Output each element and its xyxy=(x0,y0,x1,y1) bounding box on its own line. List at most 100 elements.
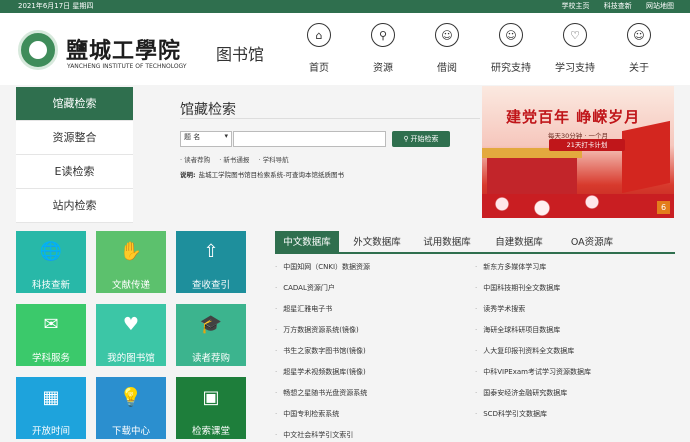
search-icon: ⚲ xyxy=(371,23,395,47)
tab-oa-resources[interactable]: OA资源库 xyxy=(557,231,627,254)
tab-foreign-db[interactable]: 外文数据库 xyxy=(345,231,409,254)
top-links: 学校主页 科技查新 网站地图 xyxy=(550,0,674,13)
nav-label: 研究支持 xyxy=(491,63,531,74)
flowers-illustration xyxy=(482,194,674,218)
nav-label: 学习支持 xyxy=(555,63,595,74)
link-sitemap[interactable]: 网站地图 xyxy=(646,2,674,10)
nav-item-borrow[interactable]: ☺ 借阅 xyxy=(412,23,482,74)
house-heart-icon: ♥ xyxy=(122,314,140,335)
start-search-label: 开始检索 xyxy=(410,136,439,143)
tile-label: 文献传递 xyxy=(111,280,150,291)
top-bar: 2021年6月17日 星期四 学校主页 科技查新 网站地图 xyxy=(0,0,690,13)
tile-subject-service[interactable]: ✉ 学科服务 xyxy=(16,304,86,366)
link-subject-nav[interactable]: · 学科导航 xyxy=(258,156,288,164)
link-novelty-search[interactable]: 科技查新 xyxy=(604,2,632,10)
promo-banner[interactable]: 建党百年 峥嵘岁月 每天30分钟 · 一个月 21天打卡计划 6 xyxy=(482,86,674,218)
globe-search-icon: 🌐 xyxy=(39,241,63,262)
tile-label: 查收查引 xyxy=(191,280,230,291)
search-note-text: 盐城工学院图书馆目检索系统-可查询本馆纸质图书 xyxy=(198,171,344,179)
quick-links: · 读者荐购 · 新书通报 · 学科导航 xyxy=(180,154,296,164)
link-new-books[interactable]: · 新书通报 xyxy=(219,156,249,164)
chevron-down-icon: ▾ xyxy=(224,132,228,140)
database-link[interactable]: 海研全球科研项目数据库 xyxy=(475,325,560,335)
flag-illustration xyxy=(622,120,670,194)
database-link[interactable]: 中国科技期刊全文数据库 xyxy=(475,283,560,293)
nav-label: 借阅 xyxy=(437,63,457,74)
database-link[interactable]: 书生之家数字图书馆(镜像) xyxy=(275,346,365,356)
tile-document-delivery[interactable]: ✋ 文献传递 xyxy=(96,231,166,293)
search-field-select[interactable]: 题 名 ▾ xyxy=(180,131,232,147)
header: 鹽城工學院 YANCHENG INSTITUTE OF TECHNOLOGY 图… xyxy=(0,13,690,85)
user-icon: ☺ xyxy=(499,23,523,47)
nav-item-study-support[interactable]: ♡ 学习支持 xyxy=(540,23,610,74)
school-name-english: YANCHENG INSTITUTE OF TECHNOLOGY xyxy=(67,63,187,70)
database-link[interactable]: 新东方多媒体学习库 xyxy=(475,262,546,272)
tile-search-class[interactable]: ▣ 检索课堂 xyxy=(176,377,246,439)
user-icon: ☺ xyxy=(435,23,459,47)
database-link[interactable]: 人大复印报刊资料全文数据库 xyxy=(475,346,574,356)
nav-item-home[interactable]: ⌂ 首页 xyxy=(284,23,354,74)
heart-icon: ♡ xyxy=(563,23,587,47)
nav-item-about[interactable]: ☺ 关于 xyxy=(604,23,674,74)
nav-item-resources[interactable]: ⚲ 资源 xyxy=(348,23,418,74)
tile-label: 读者荐购 xyxy=(191,353,230,364)
search-panel-title: 馆藏检索 xyxy=(180,102,236,118)
database-link[interactable]: 国泰安经济金融研究数据库 xyxy=(475,388,567,398)
search-input[interactable] xyxy=(233,131,386,147)
tile-novelty-search[interactable]: 🌐 科技查新 xyxy=(16,231,86,293)
graduation-cap-icon: 🎓 xyxy=(199,314,223,335)
banner-plan: 21天打卡计划 xyxy=(549,139,625,151)
tile-citation-check[interactable]: ⇧ 查收查引 xyxy=(176,231,246,293)
tile-reader-recommend[interactable]: 🎓 读者荐购 xyxy=(176,304,246,366)
nav-label: 关于 xyxy=(629,63,649,74)
nav-label: 首页 xyxy=(309,63,329,74)
sidebar-item-site-search[interactable]: 站内检索 xyxy=(16,189,133,223)
database-link[interactable]: 超星学术视频数据库(镜像) xyxy=(275,367,365,377)
database-link[interactable]: 中文社会科学引文索引 xyxy=(275,430,353,440)
library-name: 图书馆 xyxy=(216,45,265,64)
search-panel: 馆藏检索 题 名 ▾ ⚲ 开始检索 · 读者荐购 · 新书通报 · 学科导航 说明… xyxy=(170,87,480,217)
tile-download-center[interactable]: 💡 下载中心 xyxy=(96,377,166,439)
tile-label: 学科服务 xyxy=(31,353,70,364)
lightbulb-icon: 💡 xyxy=(119,387,143,408)
tile-opening-hours[interactable]: ▦ 开放时间 xyxy=(16,377,86,439)
sidebar: 馆藏检索 资源整合 E读检索 站内检索 xyxy=(16,87,133,223)
home-icon: ⌂ xyxy=(307,23,331,47)
database-link[interactable]: 中国知网（CNKI）数据资源 xyxy=(275,262,370,272)
search-note-label: 说明: xyxy=(180,171,196,179)
database-link[interactable]: 中科VIPExam考试学习资源数据库 xyxy=(475,367,591,377)
upload-icon: ⇧ xyxy=(203,241,219,262)
banner-title: 建党百年 峥嵘岁月 xyxy=(506,108,641,126)
school-name[interactable]: 鹽城工學院 xyxy=(66,33,181,65)
link-reader-recommend[interactable]: · 读者荐购 xyxy=(180,156,210,164)
tile-label: 科技查新 xyxy=(31,280,70,291)
tile-my-library[interactable]: ♥ 我的图书馆 xyxy=(96,304,166,366)
current-date: 2021年6月17日 星期四 xyxy=(18,2,94,10)
nav-item-research-support[interactable]: ☺ 研究支持 xyxy=(476,23,546,74)
search-field-value: 题 名 xyxy=(184,133,201,141)
database-link[interactable]: CADAL资源门户 xyxy=(275,283,335,293)
school-logo-icon[interactable] xyxy=(18,30,58,70)
database-link[interactable]: 万方数据资源系统(镜像) xyxy=(275,325,358,335)
link-school-home[interactable]: 学校主页 xyxy=(562,2,590,10)
database-link[interactable]: SCD科学引文数据库 xyxy=(475,409,547,419)
search-note: 说明: 盐城工学院图书馆目检索系统-可查询本馆纸质图书 xyxy=(180,169,344,179)
database-link[interactable]: 读秀学术搜索 xyxy=(475,304,525,314)
tab-chinese-db[interactable]: 中文数据库 xyxy=(275,231,339,254)
start-search-button[interactable]: ⚲ 开始检索 xyxy=(392,131,450,147)
hand-document-icon: ✋ xyxy=(119,241,143,262)
sidebar-item-resource-integration[interactable]: 资源整合 xyxy=(16,121,133,155)
sidebar-item-e-read-search[interactable]: E读检索 xyxy=(16,155,133,189)
search-icon: ⚲ xyxy=(403,136,411,143)
database-tabs: 中文数据库 外文数据库 试用数据库 自建数据库 OA资源库 xyxy=(275,231,675,254)
tab-self-built-db[interactable]: 自建数据库 xyxy=(487,231,551,254)
tile-label: 下载中心 xyxy=(111,426,150,437)
database-link[interactable]: 中国专利检索系统 xyxy=(275,409,339,419)
nav-label: 资源 xyxy=(373,63,393,74)
sidebar-item-collection-search[interactable]: 馆藏检索 xyxy=(16,87,133,121)
user-icon: ☺ xyxy=(627,23,651,47)
database-link[interactable]: 畅想之星随书光盘资源系统 xyxy=(275,388,367,398)
slide-number-badge[interactable]: 6 xyxy=(657,201,670,214)
tab-trial-db[interactable]: 试用数据库 xyxy=(415,231,479,254)
database-link[interactable]: 超星汇雅电子书 xyxy=(275,304,332,314)
